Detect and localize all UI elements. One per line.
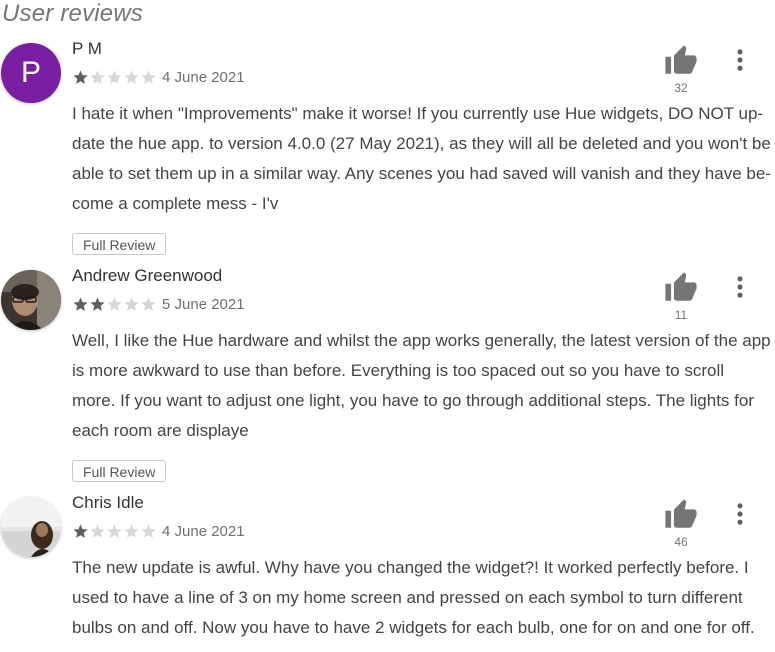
star-empty-icon <box>141 524 156 538</box>
helpful-count: 11 <box>674 308 688 322</box>
star-empty-icon <box>107 297 122 311</box>
helpful-count: 46 <box>674 535 688 549</box>
star-empty-icon <box>141 297 156 311</box>
star-empty-icon <box>124 524 139 538</box>
star-filled-icon <box>73 70 88 84</box>
review-text-line: I hate it when "Improvements" make it wo… <box>72 104 764 123</box>
avatar[interactable]: P <box>1 43 61 103</box>
review-text-line: used to have a line of 3 on my home scre… <box>72 588 743 607</box>
helpful-count: 32 <box>674 81 688 95</box>
star-empty-icon <box>107 70 122 84</box>
author-name[interactable]: Chris Idle <box>72 493 144 513</box>
avatar-photo <box>1 270 61 330</box>
thumbs-up-icon[interactable] <box>664 498 698 532</box>
avatar-photo <box>1 497 61 557</box>
full-review-button[interactable]: Full Review <box>72 460 167 482</box>
star-empty-icon <box>124 70 139 84</box>
more-options-icon[interactable] <box>726 45 754 75</box>
review-item: Andrew Greenwood 5 June 2021 11 Well, I … <box>0 266 775 488</box>
author-name[interactable]: P M <box>72 39 102 59</box>
star-empty-icon <box>107 524 122 538</box>
review-item: Chris Idle 4 June 2021 46 The new update… <box>0 493 775 652</box>
review-item: P P M 4 June 2021 32 I hate it when "Imp… <box>0 39 775 261</box>
avatar-letter: P <box>20 56 41 89</box>
review-text-line: date the hue app. to version 4.0.0 (27 M… <box>72 134 771 153</box>
thumbs-up-icon[interactable] <box>664 271 698 305</box>
review-text-line: The new update is awful. Why have you ch… <box>72 558 749 577</box>
star-empty-icon <box>141 70 156 84</box>
full-review-button[interactable]: Full Review <box>72 233 167 255</box>
avatar[interactable] <box>1 270 61 330</box>
star-rating <box>72 523 157 540</box>
review-text-line: is more awkward to use than before. Ever… <box>72 361 725 380</box>
star-empty-icon <box>90 70 105 84</box>
review-text: Well, I like the Hue hardware and whilst… <box>72 326 774 446</box>
star-filled-icon <box>90 297 105 311</box>
star-empty-icon <box>124 297 139 311</box>
review-text: I hate it when "Improvements" make it wo… <box>72 99 774 219</box>
more-options-icon[interactable] <box>726 499 754 529</box>
star-rating <box>72 69 157 86</box>
section-title: User reviews <box>2 0 144 27</box>
review-text-line: more. If you want to adjust one light, y… <box>72 391 754 410</box>
avatar[interactable] <box>1 497 61 557</box>
star-filled-icon <box>73 524 88 538</box>
more-options-icon[interactable] <box>726 272 754 302</box>
review-date: 4 June 2021 <box>162 69 245 86</box>
review-date: 5 June 2021 <box>162 296 245 313</box>
review-text-line: each room are displaye <box>72 421 249 440</box>
star-empty-icon <box>90 524 105 538</box>
thumbs-up-icon[interactable] <box>664 44 698 78</box>
review-text-line: come a complete mess - I'v <box>72 194 279 213</box>
review-text: The new update is awful. Why have you ch… <box>72 553 774 643</box>
review-text-line: bulbs on and off. Now you have to have 2… <box>72 618 755 637</box>
review-date: 4 June 2021 <box>162 523 245 540</box>
review-text-line: able to set them up in a similar way. An… <box>72 164 771 183</box>
author-name[interactable]: Andrew Greenwood <box>72 266 222 286</box>
star-rating <box>72 296 157 313</box>
star-filled-icon <box>73 297 88 311</box>
review-text-line: Well, I like the Hue hardware and whilst… <box>72 331 771 350</box>
